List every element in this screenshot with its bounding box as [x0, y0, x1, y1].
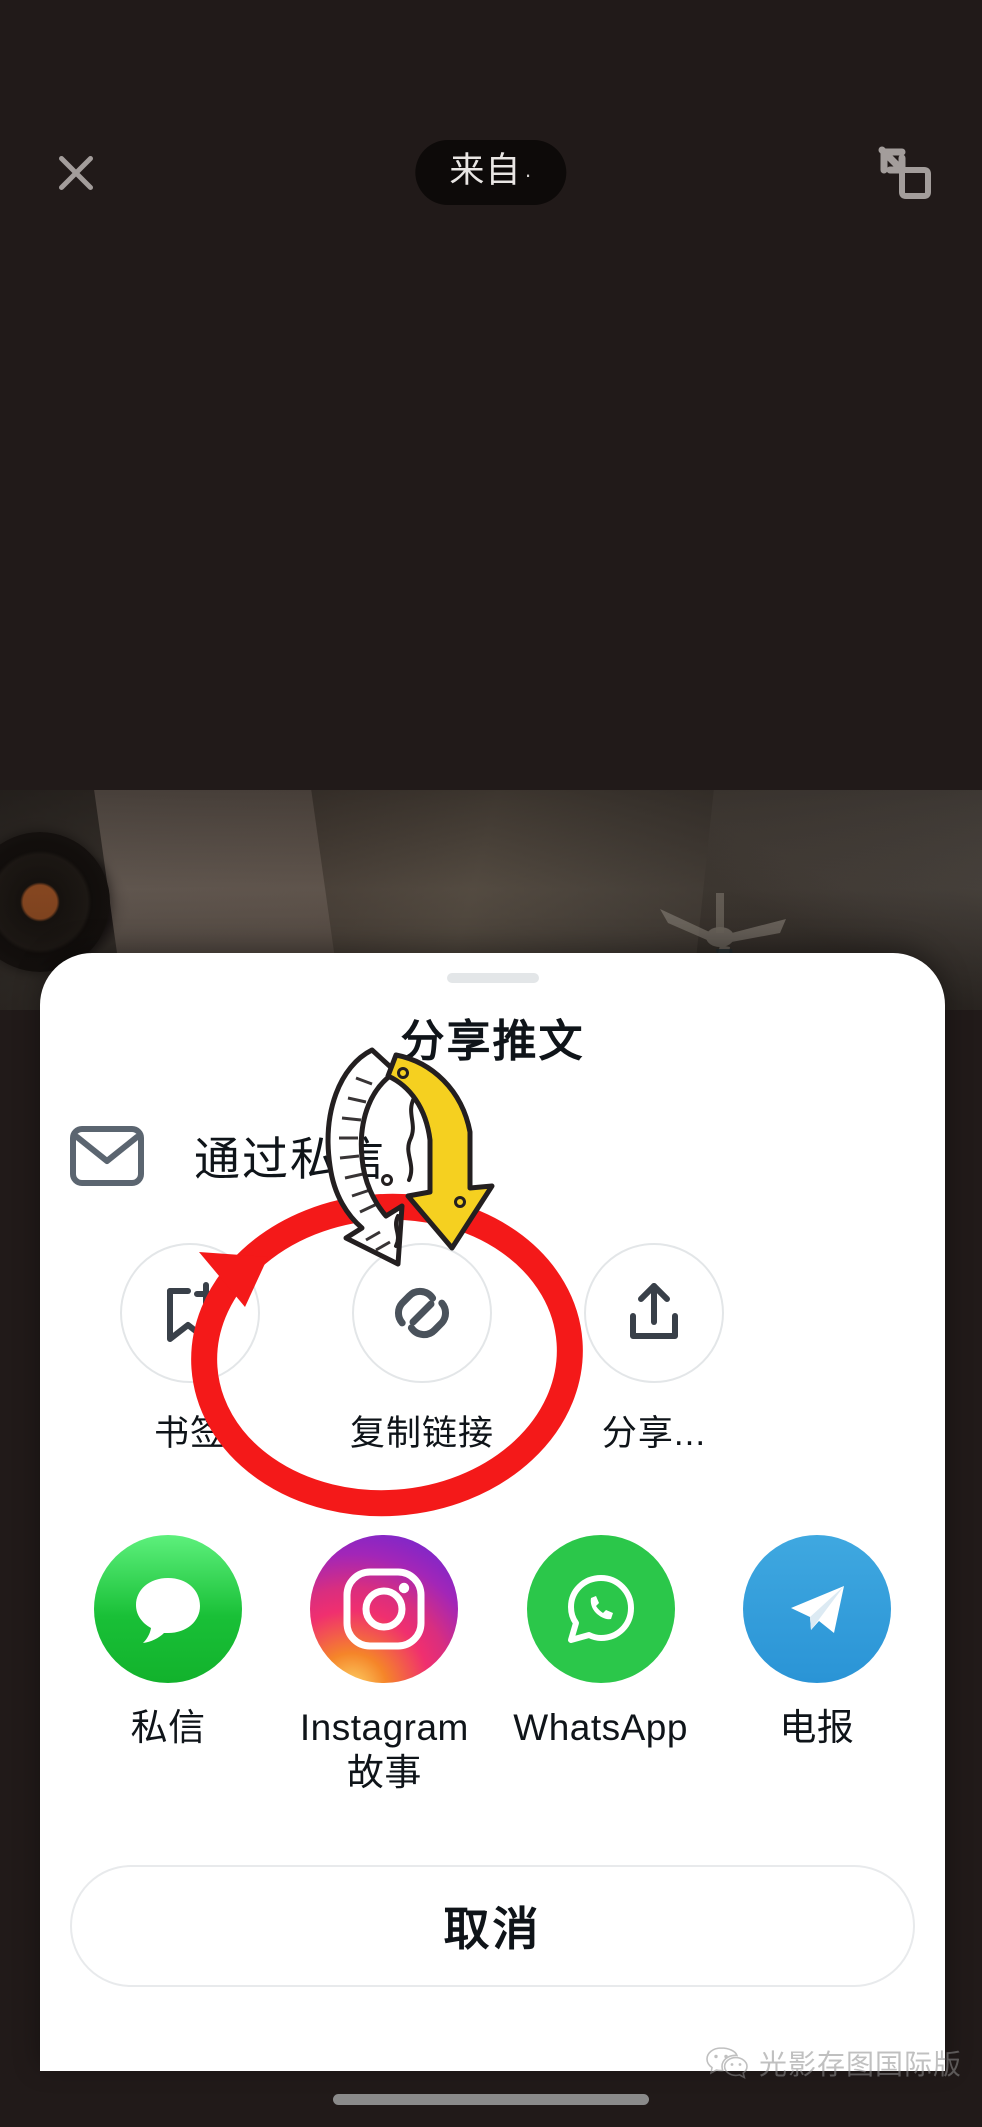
whatsapp-icon[interactable] — [526, 1535, 675, 1683]
quick-actions-row: 书签 复制链接 分享... — [40, 1243, 945, 1456]
share-sheet: 分享推文 通过私信 书签 复制链接 分享... 私信 Instagram 故事 … — [40, 953, 945, 2071]
bookmark-circle[interactable] — [120, 1243, 260, 1383]
source-pill-label: 来自 — [449, 151, 522, 190]
telegram-icon[interactable] — [742, 1535, 891, 1683]
action-label: 分享... — [601, 1414, 707, 1453]
share-target-instagram[interactable]: Instagram 故事 — [276, 1535, 492, 1795]
action-bookmark[interactable]: 书签 — [74, 1243, 306, 1456]
share-upload-icon — [630, 1283, 678, 1339]
action-label: 复制链接 — [349, 1414, 494, 1453]
share-target-label: Instagram 故事 — [299, 1707, 469, 1794]
copy-link-circle[interactable] — [352, 1243, 492, 1383]
cancel-button[interactable]: 取消 — [70, 1865, 915, 1987]
action-label: 书签 — [153, 1414, 226, 1453]
bookmark-plus-icon — [167, 1282, 218, 1342]
video-player-area[interactable]: 来自 · — [0, 0, 982, 790]
share-target-whatsapp[interactable]: WhatsApp — [493, 1535, 709, 1795]
send-via-dm-row[interactable]: 通过私信 — [40, 1101, 945, 1211]
home-indicator[interactable] — [333, 2094, 649, 2105]
messages-icon[interactable] — [94, 1535, 243, 1683]
picture-in-picture-icon[interactable] — [872, 140, 934, 202]
source-pill-suffix: · — [524, 162, 533, 187]
share-target-telegram[interactable]: 电报 — [709, 1535, 925, 1795]
envelope-icon — [70, 1126, 144, 1186]
watermark-text: 光影存图国际版 — [758, 2049, 962, 2080]
close-icon[interactable] — [48, 145, 104, 201]
share-target-label: WhatsApp — [513, 1707, 688, 1748]
share-circle[interactable] — [584, 1243, 724, 1383]
share-sheet-title: 分享推文 — [400, 1017, 585, 1066]
wechat-icon — [706, 2047, 748, 2079]
instagram-icon[interactable] — [310, 1535, 459, 1683]
share-target-messages[interactable]: 私信 — [60, 1535, 276, 1795]
share-target-label: 私信 — [130, 1707, 206, 1748]
share-target-label: 电报 — [779, 1707, 855, 1748]
phone-screen: 来自 · 分享推文 通过私信 书签 复制链接 分享... 私信 Instagra… — [0, 0, 982, 2127]
send-via-dm-label: 通过私信 — [194, 1133, 386, 1185]
action-copy-link[interactable]: 复制链接 — [306, 1243, 538, 1456]
watermark: 光影存图国际版 — [705, 2043, 962, 2083]
sheet-drag-handle[interactable] — [446, 973, 539, 983]
source-pill-button[interactable]: 来自 · — [415, 140, 567, 205]
share-targets-row: 私信 Instagram 故事 WhatsApp 电报 — [40, 1535, 945, 1795]
action-share-via[interactable]: 分享... — [538, 1243, 770, 1456]
link-icon — [395, 1287, 449, 1339]
